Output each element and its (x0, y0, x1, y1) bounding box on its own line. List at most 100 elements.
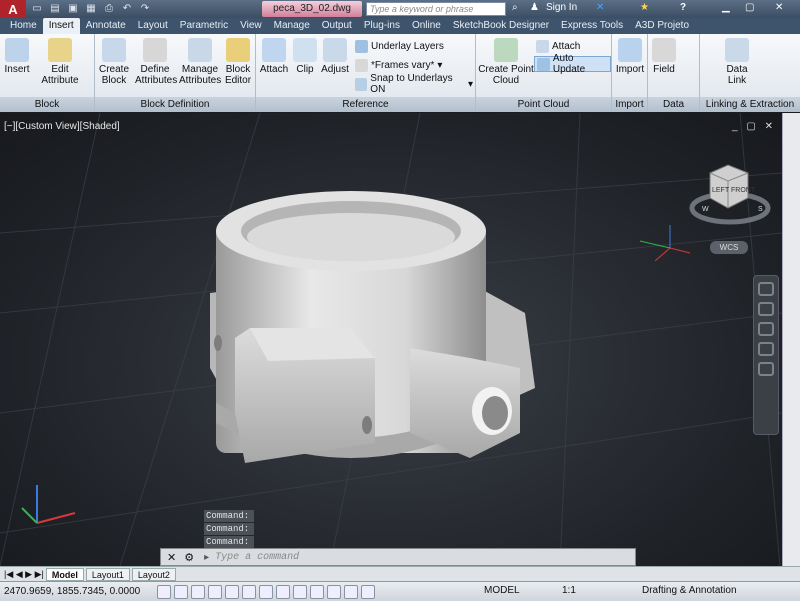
chevron-down-icon: ▾ (467, 78, 473, 90)
tab-a3d-projeto[interactable]: A3D Projeto (629, 18, 695, 34)
save-icon[interactable]: ▣ (66, 3, 80, 15)
wcs-menu[interactable]: WCS (710, 241, 748, 254)
point-cloud-attach-button[interactable]: Attach (534, 38, 582, 54)
manage-attributes-button[interactable]: Manage Attributes (179, 38, 221, 86)
drawing-viewport[interactable]: [−][Custom View][Shaded] _ ▢ ✕ LEFT FRON… (0, 113, 782, 566)
viewport-label[interactable]: [−][Custom View][Shaded] (4, 121, 120, 132)
command-input[interactable]: Type a command (215, 552, 299, 563)
tab-layout2[interactable]: Layout2 (131, 567, 176, 581)
tab-view[interactable]: View (234, 18, 268, 34)
attach-icon (262, 38, 286, 62)
panel-block-definition: Create Block Define Attributes Manage At… (95, 34, 256, 112)
model-space-button[interactable]: MODEL (484, 585, 520, 596)
ribbon-tabs: Home Insert Annotate Layout Parametric View Ma… (0, 18, 800, 34)
panel-title-reference[interactable]: Reference (256, 97, 475, 112)
panel-title-block-definition[interactable]: Block Definition (95, 97, 255, 112)
nav-arrows-icon[interactable]: |◀ ◀ ▶ ▶| (4, 569, 44, 580)
vertical-scrollbar[interactable] (782, 113, 800, 566)
close-icon[interactable]: ✕ (167, 551, 176, 564)
tab-output[interactable]: Output (316, 18, 358, 34)
manage-attributes-icon (188, 38, 212, 62)
coordinate-readout[interactable]: 2470.9659, 1855.7345, 0.0000 (4, 586, 154, 597)
attach-button[interactable]: Attach (258, 38, 290, 75)
tab-layout1[interactable]: Layout1 (85, 567, 130, 581)
tab-parametric[interactable]: Parametric (174, 18, 234, 34)
grid-toggle-icon[interactable] (174, 584, 188, 599)
help-button[interactable]: ? (680, 2, 686, 13)
star-icon[interactable]: ★ (640, 2, 649, 13)
lineweight-toggle-icon[interactable] (310, 584, 324, 599)
panel-title-block[interactable]: Block (0, 97, 94, 112)
frames-dropdown[interactable]: *Frames vary* ▾ (353, 57, 444, 73)
new-icon[interactable]: ▭ (30, 3, 44, 15)
close-icon[interactable]: ✕ (775, 2, 783, 13)
3d-part-model[interactable] (210, 191, 535, 463)
exchange-icon[interactable]: ✕ (596, 2, 604, 13)
orbit-icon[interactable] (758, 342, 774, 356)
viewport-controls[interactable]: _ ▢ ✕ (732, 121, 776, 132)
tab-online[interactable]: Online (406, 18, 447, 34)
3d-osnap-toggle-icon[interactable] (242, 584, 256, 599)
tab-plug-ins[interactable]: Plug-ins (358, 18, 406, 34)
tab-annotate[interactable]: Annotate (80, 18, 132, 34)
field-button[interactable]: Field (650, 38, 678, 75)
showmotion-icon[interactable] (758, 362, 774, 376)
snap-underlays-dropdown[interactable]: Snap to Underlays ON ▾ (353, 73, 475, 95)
chevron-down-icon: ▾ (437, 59, 443, 71)
import-button[interactable]: Import (614, 38, 646, 75)
minimize-icon[interactable]: ▁ (722, 2, 730, 13)
tab-home[interactable]: Home (4, 18, 43, 34)
field-icon (652, 38, 676, 62)
saveas-icon[interactable]: ▦ (84, 3, 98, 15)
tab-layout[interactable]: Layout (132, 18, 174, 34)
wrench-icon[interactable]: ⚙ (184, 551, 194, 564)
clip-button[interactable]: Clip (292, 38, 318, 75)
sign-in-button[interactable]: Sign In (546, 2, 577, 13)
dyn-toggle-icon[interactable] (293, 584, 307, 599)
plot-icon[interactable]: ⎙ (102, 3, 116, 15)
panel-linking: Data Link Linking & Extraction (700, 34, 800, 112)
steering-wheel-icon[interactable] (758, 282, 774, 296)
prompt-icon: ▸ (204, 551, 210, 563)
panel-title-point-cloud[interactable]: Point Cloud (476, 97, 611, 112)
transparency-toggle-icon[interactable] (327, 584, 341, 599)
point-cloud-icon (494, 38, 518, 62)
open-icon[interactable]: ▤ (48, 3, 62, 15)
ducs-toggle-icon[interactable] (276, 584, 290, 599)
auto-update-button[interactable]: Auto Update (534, 53, 611, 75)
snap-toggle-icon[interactable] (157, 584, 171, 599)
adjust-button[interactable]: Adjust (320, 38, 350, 75)
define-attributes-button[interactable]: Define Attributes (135, 38, 177, 86)
workspace-switch[interactable]: Drafting & Annotation (642, 585, 737, 596)
tab-express-tools[interactable]: Express Tools (555, 18, 629, 34)
quick-properties-icon[interactable] (344, 584, 358, 599)
insert-button[interactable]: Insert (2, 38, 32, 75)
block-editor-button[interactable]: Block Editor (223, 38, 253, 86)
redo-icon[interactable]: ↷ (138, 3, 152, 15)
undo-icon[interactable]: ↶ (120, 3, 134, 15)
maximize-icon[interactable]: ▢ (745, 2, 754, 13)
viewcube[interactable] (689, 164, 771, 225)
otrack-toggle-icon[interactable] (259, 584, 273, 599)
tab-model[interactable]: Model (45, 567, 84, 581)
osnap-toggle-icon[interactable] (225, 584, 239, 599)
search-icon[interactable]: ⌕ (512, 2, 518, 13)
app-menu-button[interactable]: A (0, 0, 26, 18)
title-bar: A ▭ ▤ ▣ ▦ ⎙ ↶ ↷ peca_3D_02.dwg Type a ke… (0, 0, 800, 18)
tab-sketchbook-designer[interactable]: SketchBook Designer (447, 18, 555, 34)
create-block-button[interactable]: Create Block (97, 38, 131, 86)
edit-attribute-button[interactable]: Edit Attribute (38, 38, 82, 86)
selection-cycling-icon[interactable] (361, 584, 375, 599)
zoom-icon[interactable] (758, 322, 774, 336)
create-point-cloud-button[interactable]: Create Point Cloud (478, 38, 534, 86)
data-link-button[interactable]: Data Link (722, 38, 752, 86)
annotation-scale[interactable]: 1:1 (562, 585, 576, 596)
ortho-toggle-icon[interactable] (191, 584, 205, 599)
search-input[interactable]: Type a keyword or phrase (366, 2, 506, 16)
underlay-layers-button[interactable]: Underlay Layers (353, 38, 446, 54)
pan-icon[interactable] (758, 302, 774, 316)
tab-insert[interactable]: Insert (42, 18, 80, 34)
polar-toggle-icon[interactable] (208, 584, 222, 599)
user-icon[interactable]: ♟ (530, 2, 539, 13)
tab-manage[interactable]: Manage (268, 18, 316, 34)
